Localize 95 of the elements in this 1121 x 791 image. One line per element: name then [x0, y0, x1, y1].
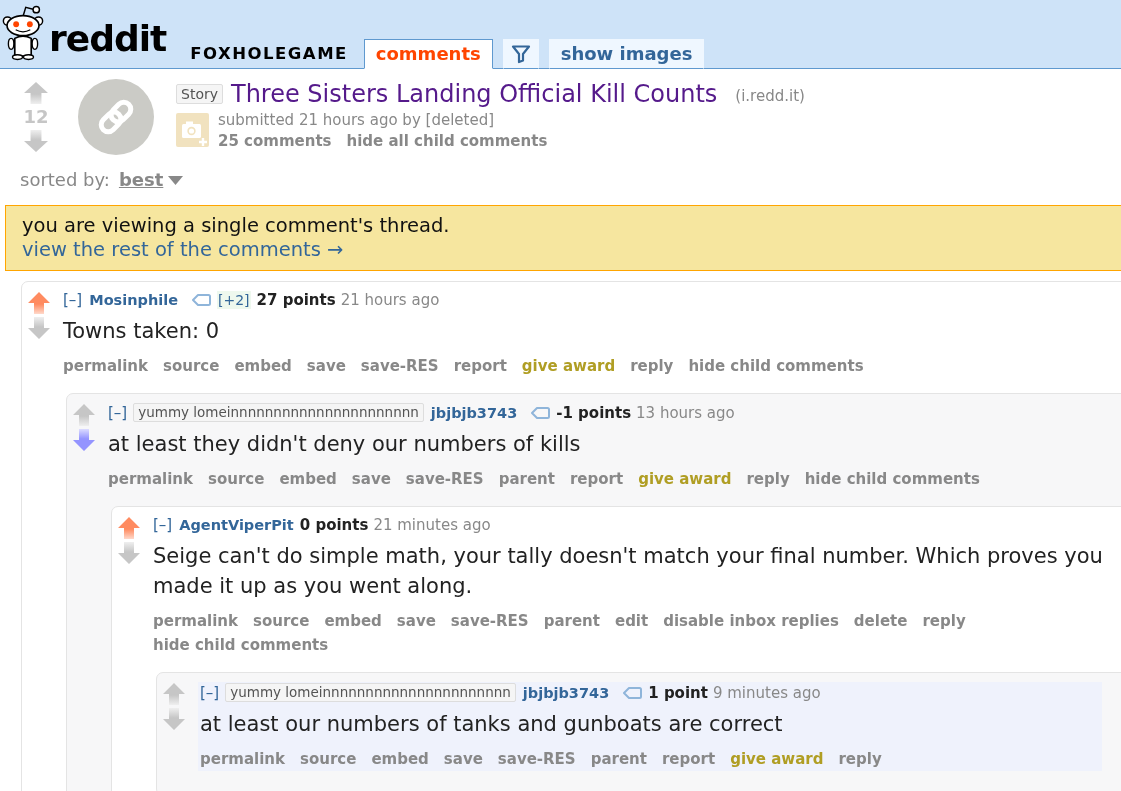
comment-body: at least our numbers of tanks and gunboats are correct	[200, 711, 784, 738]
award-link[interactable]: give award	[521, 354, 616, 378]
comment-body: Seige can't do simple math, your tally doesn't match your final number. Which proves you made it up as you went along.	[153, 543, 1104, 600]
tag-icon[interactable]	[531, 406, 551, 419]
post-action-link[interactable]: hide all child comments	[346, 131, 548, 152]
action-link[interactable]: parent	[498, 467, 555, 491]
action-link[interactable]: permalink	[153, 609, 238, 633]
action-link[interactable]: report	[661, 747, 716, 771]
domain-link[interactable]: (i.redd.it)	[735, 84, 805, 108]
action-link[interactable]: reply	[746, 467, 790, 491]
tab[interactable]: comments	[363, 39, 493, 69]
tag-icon[interactable]	[192, 294, 211, 306]
award-link[interactable]: give award	[730, 747, 824, 771]
post-flair: Story	[176, 84, 223, 104]
action-link[interactable]: report	[453, 354, 507, 378]
comment-score: 0 points	[299, 516, 369, 534]
action-link[interactable]: embed	[279, 467, 337, 491]
down-arrow-icon[interactable]	[163, 708, 185, 730]
up-arrow-icon[interactable]	[24, 82, 48, 104]
post-score: 12	[23, 105, 49, 129]
funnel-icon	[510, 44, 531, 64]
action-link[interactable]: hide child comments	[804, 467, 980, 491]
comment-score: 27 points	[256, 291, 336, 309]
up-arrow-icon[interactable]	[73, 404, 95, 426]
action-link[interactable]: save-RES	[405, 467, 484, 491]
chain-link-icon[interactable]	[78, 79, 154, 155]
author-link[interactable]: jbjbjb3743	[430, 403, 518, 422]
down-arrow-icon[interactable]	[118, 542, 140, 564]
author-link[interactable]: Mosinphile	[89, 291, 178, 309]
action-link[interactable]: edit	[614, 609, 649, 633]
collapse-toggle[interactable]: [–]	[153, 516, 173, 534]
action-link[interactable]: save	[443, 747, 483, 771]
up-arrow-icon[interactable]	[163, 683, 185, 705]
tab[interactable]: show images	[548, 39, 705, 69]
action-link[interactable]: source	[163, 354, 220, 378]
logo-wordmark[interactable]: reddit	[49, 21, 167, 57]
notice-text: you are viewing a single comment's thread.	[22, 214, 451, 238]
sort-option[interactable]: best	[118, 169, 164, 191]
post-action-link[interactable]: 25 comments	[218, 131, 332, 152]
tag-icon[interactable]	[623, 686, 643, 699]
collapse-toggle[interactable]: [–]	[200, 683, 220, 702]
post-title[interactable]: Three Sisters Landing Official Kill Counts	[231, 80, 718, 108]
action-link[interactable]: parent	[543, 609, 600, 633]
action-link[interactable]: disable inbox replies	[663, 609, 839, 633]
notice-link[interactable]: view the rest of the comments →	[22, 238, 1121, 262]
action-link[interactable]: reply	[922, 609, 966, 633]
comment-time: 21 minutes ago	[373, 516, 491, 534]
down-arrow-icon[interactable]	[73, 429, 95, 451]
author-link[interactable]: AgentViperPit	[179, 516, 294, 534]
subreddit-name[interactable]: FOXHOLEGAME	[190, 44, 348, 64]
collapse-toggle[interactable]: [–]	[63, 291, 83, 309]
action-link[interactable]: save	[351, 467, 391, 491]
action-link[interactable]: permalink	[63, 354, 148, 378]
action-link[interactable]: report	[569, 467, 624, 491]
down-arrow-icon[interactable]	[24, 130, 48, 152]
comment-score: 1 point	[648, 683, 708, 702]
comment-time: 13 hours ago	[636, 403, 735, 422]
action-link[interactable]: source	[300, 747, 357, 771]
action-link[interactable]: embed	[324, 609, 382, 633]
camera-icon[interactable]	[176, 113, 209, 147]
action-link[interactable]: save-RES	[360, 354, 439, 378]
action-link[interactable]: reply	[630, 354, 674, 378]
vote-weight: [+2]	[217, 291, 251, 309]
comment-body: Towns taken: 0	[63, 318, 221, 345]
caret-down-icon[interactable]	[168, 175, 184, 185]
filter-tab[interactable]	[502, 39, 539, 69]
action-link[interactable]: permalink	[108, 467, 193, 491]
action-link[interactable]: hide child comments	[688, 354, 864, 378]
up-arrow-icon[interactable]	[118, 517, 140, 539]
down-arrow-icon[interactable]	[28, 317, 50, 339]
award-link[interactable]: give award	[638, 467, 732, 491]
action-link[interactable]: source	[253, 609, 310, 633]
action-link[interactable]: delete	[853, 609, 908, 633]
action-link[interactable]: save	[306, 354, 346, 378]
comment-body: at least they didn't deny our numbers of kills	[108, 431, 582, 458]
author-link[interactable]: jbjbjb3743	[522, 683, 610, 702]
sort-label: sorted by:	[20, 169, 110, 191]
action-link[interactable]: save-RES	[450, 609, 529, 633]
action-link[interactable]: reply	[838, 747, 882, 771]
action-link[interactable]: embed	[234, 354, 292, 378]
action-link[interactable]: parent	[590, 747, 647, 771]
action-link[interactable]: save	[396, 609, 436, 633]
comment-time: 9 minutes ago	[712, 683, 821, 702]
comment-time: 21 hours ago	[340, 291, 440, 309]
user-flair: yummy lomeinnnnnnnnnnnnnnnnnnnnnn	[133, 403, 424, 422]
action-link[interactable]: source	[208, 467, 265, 491]
collapse-toggle[interactable]: [–]	[108, 403, 128, 422]
submitted-info: submitted 21 hours ago by [deleted]	[218, 110, 495, 131]
user-flair: yummy lomeinnnnnnnnnnnnnnnnnnnnnn	[225, 683, 516, 702]
action-link[interactable]: hide child comments	[153, 633, 329, 657]
action-link[interactable]: permalink	[200, 747, 285, 771]
action-link[interactable]: save-RES	[497, 747, 576, 771]
up-arrow-icon[interactable]	[28, 292, 50, 314]
comment-score: -1 points	[556, 403, 632, 422]
action-link[interactable]: embed	[371, 747, 429, 771]
